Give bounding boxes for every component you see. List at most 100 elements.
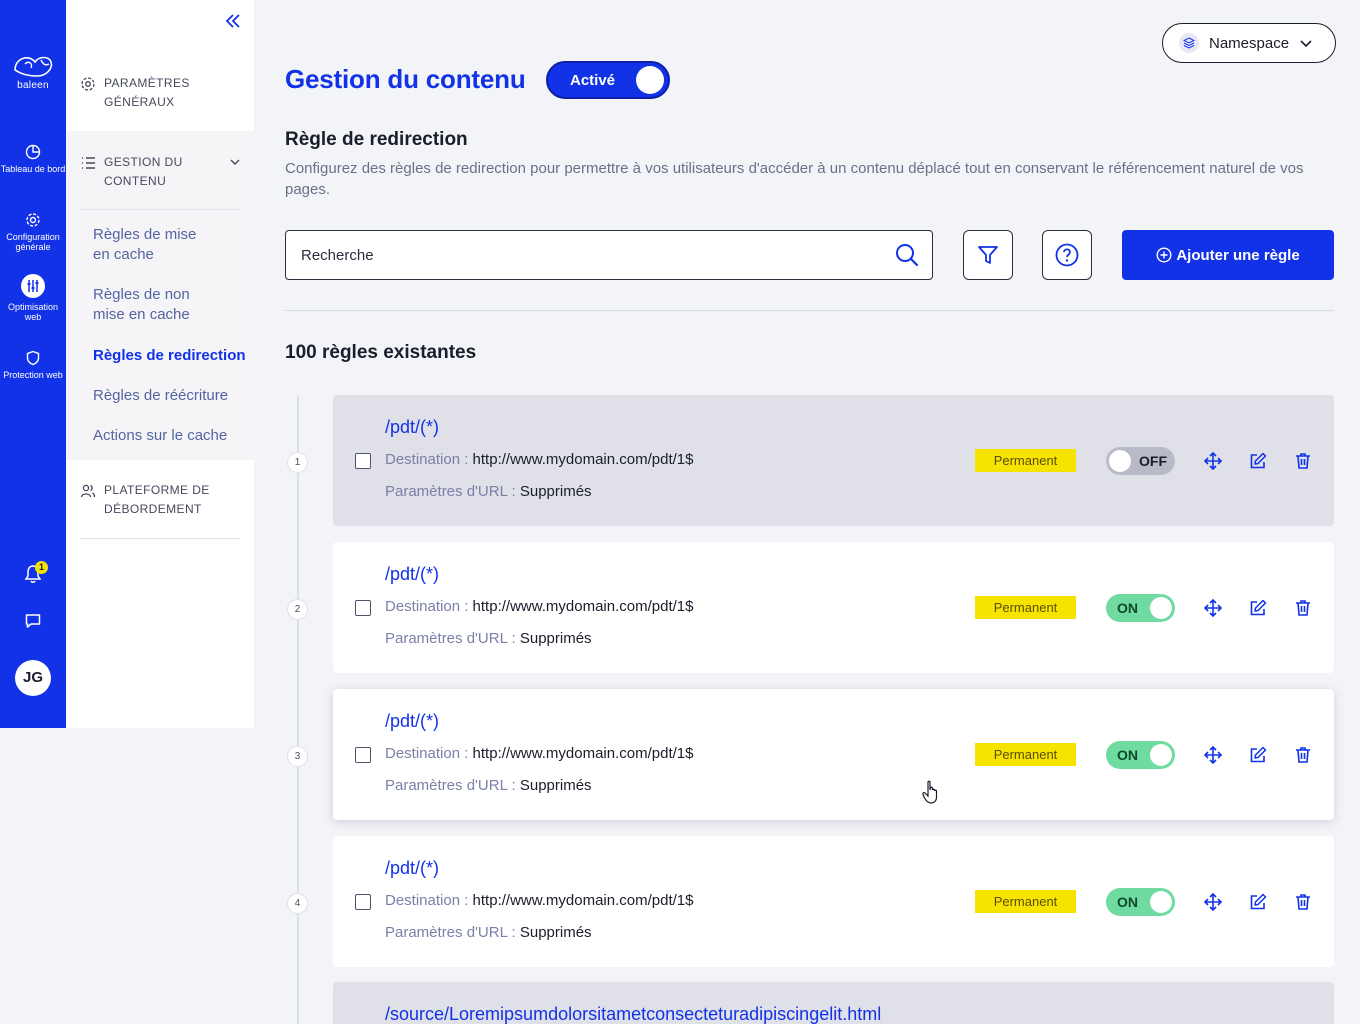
divider: [80, 209, 240, 210]
move-icon[interactable]: [1203, 451, 1223, 471]
add-rule-button[interactable]: Ajouter une règle: [1122, 230, 1334, 280]
toggle-knob: [1109, 450, 1131, 472]
nav-link-non-mise-en-cache[interactable]: Règles de non mise en cache: [93, 285, 213, 325]
search-icon[interactable]: [894, 242, 920, 268]
plus-circle-icon: [1156, 247, 1172, 263]
rules-timeline: [297, 396, 299, 1024]
toggle-knob: [1150, 891, 1172, 913]
chevron-down-icon[interactable]: [229, 157, 241, 167]
nav-group-plateforme[interactable]: PLATEFORME DE DÉBORDEMENT: [80, 481, 214, 519]
rule-source-path[interactable]: /pdt/(*): [385, 711, 439, 732]
divider: [80, 538, 240, 539]
params-value: Supprimés: [519, 483, 592, 500]
page-title: Gestion du contenu: [285, 64, 526, 94]
nav-group-label: GESTION DU CONTENU: [104, 155, 183, 188]
move-icon[interactable]: [1203, 892, 1223, 912]
rule-source-path[interactable]: /pdt/(*): [385, 564, 439, 585]
redirect-type-badge: Permanent: [975, 890, 1076, 913]
avatar[interactable]: JG: [15, 660, 51, 696]
rail-item-protection[interactable]: Protection web: [0, 350, 66, 380]
add-rule-label: Ajouter une règle: [1176, 246, 1300, 264]
rule-toggle[interactable]: ON: [1106, 888, 1175, 916]
help-button[interactable]: [1042, 230, 1092, 280]
rule-card[interactable]: /pdt/(*) Destination : http://www.mydoma…: [333, 395, 1334, 526]
nav-link-actions-cache[interactable]: Actions sur le cache: [93, 426, 227, 446]
rule-source-path[interactable]: /pdt/(*): [385, 417, 439, 438]
edit-icon[interactable]: [1248, 892, 1268, 912]
rule-toggle[interactable]: OFF: [1106, 447, 1175, 475]
edit-icon[interactable]: [1248, 451, 1268, 471]
destination-label: Destination :: [385, 745, 473, 762]
nav-link-redirection[interactable]: Règles de redirection: [93, 346, 246, 366]
filter-button[interactable]: [963, 230, 1013, 280]
nav-group-label: PLATEFORME DE DÉBORDEMENT: [104, 483, 210, 516]
layers-icon: [1179, 33, 1199, 53]
rule-url-params: Paramètres d'URL : Supprimés: [385, 924, 592, 941]
redirect-type-badge: Permanent: [975, 596, 1076, 619]
edit-icon[interactable]: [1248, 598, 1268, 618]
rule-checkbox[interactable]: [355, 747, 371, 763]
rule-checkbox[interactable]: [355, 600, 371, 616]
delete-icon[interactable]: [1293, 598, 1313, 618]
destination-value: http://www.mydomain.com/pdt/1$: [472, 598, 694, 615]
gear-icon: [26, 213, 40, 227]
delete-icon[interactable]: [1293, 451, 1313, 471]
rule-checkbox[interactable]: [355, 894, 371, 910]
move-icon[interactable]: [1203, 598, 1223, 618]
rule-order-badge: 4: [287, 893, 308, 914]
search-input[interactable]: Recherche: [285, 230, 933, 280]
rule-order-badge: 2: [287, 599, 308, 620]
rail-item-configuration[interactable]: Configuration générale: [0, 212, 66, 252]
redirect-type-badge: Permanent: [975, 449, 1076, 472]
delete-icon[interactable]: [1293, 745, 1313, 765]
rule-checkbox[interactable]: [355, 453, 371, 469]
toggle-label: Activé: [570, 72, 616, 89]
namespace-dropdown[interactable]: Namespace: [1162, 23, 1336, 63]
divider: [285, 310, 1334, 311]
redirect-type-badge: Permanent: [975, 743, 1076, 766]
rule-url-params: Paramètres d'URL : Supprimés: [385, 777, 592, 794]
toggle-knob: [1150, 744, 1172, 766]
rail-item-dashboard[interactable]: Tableau de bord: [0, 144, 66, 174]
rule-toggle[interactable]: ON: [1106, 594, 1175, 622]
rail-item-optimisation[interactable]: Optimisation web: [0, 274, 66, 322]
params-label: Paramètres d'URL :: [385, 630, 520, 647]
rule-source-path[interactable]: /source/Loremipsumdolorsitametconsectetu…: [385, 1004, 881, 1024]
rail-label: Optimisation web: [7, 302, 59, 322]
rule-card[interactable]: /pdt/(*) Destination : http://www.mydoma…: [333, 689, 1334, 820]
destination-value: http://www.mydomain.com/pdt/1$: [472, 745, 694, 762]
params-value: Supprimés: [519, 630, 592, 647]
destination-label: Destination :: [385, 892, 473, 909]
destination-label: Destination :: [385, 598, 473, 615]
rule-destination: Destination : http://www.mydomain.com/pd…: [385, 745, 693, 762]
nav-group-gestion-contenu[interactable]: GESTION DU CONTENU: [80, 153, 204, 191]
hand-cursor-icon: [922, 780, 938, 804]
nav-link-mise-en-cache[interactable]: Règles de mise en cache: [93, 225, 213, 265]
edit-icon[interactable]: [1248, 745, 1268, 765]
rail-label: Protection web: [3, 370, 63, 380]
content-status-toggle[interactable]: Activé: [546, 61, 670, 99]
baleen-logo[interactable]: baleen: [9, 50, 57, 91]
nav-link-reecriture[interactable]: Règles de réécriture: [93, 386, 228, 406]
nav-group-parametres[interactable]: PARAMÈTRES GÉNÉRAUX: [80, 74, 204, 112]
toggle-label: ON: [1117, 894, 1138, 910]
rule-toggle[interactable]: ON: [1106, 741, 1175, 769]
params-value: Supprimés: [519, 924, 592, 941]
delete-icon[interactable]: [1293, 892, 1313, 912]
rule-card[interactable]: /pdt/(*) Destination : http://www.mydoma…: [333, 542, 1334, 673]
move-icon[interactable]: [1203, 745, 1223, 765]
rule-card[interactable]: /pdt/(*) Destination : http://www.mydoma…: [333, 836, 1334, 967]
rule-card[interactable]: /source/Loremipsumdolorsitametconsectetu…: [333, 982, 1334, 1024]
search-placeholder: Recherche: [301, 247, 374, 264]
toggle-knob: [636, 66, 664, 94]
params-label: Paramètres d'URL :: [385, 777, 520, 794]
gear-icon: [81, 77, 95, 91]
destination-label: Destination :: [385, 451, 473, 468]
section-title: Règle de redirection: [285, 129, 468, 150]
rule-source-path[interactable]: /pdt/(*): [385, 858, 439, 879]
rule-destination: Destination : http://www.mydomain.com/pd…: [385, 892, 693, 909]
toggle-label: ON: [1117, 600, 1138, 616]
chat-icon[interactable]: [24, 612, 42, 630]
rule-order-badge: 1: [287, 452, 308, 473]
collapse-sidebar-icon[interactable]: [224, 12, 242, 35]
